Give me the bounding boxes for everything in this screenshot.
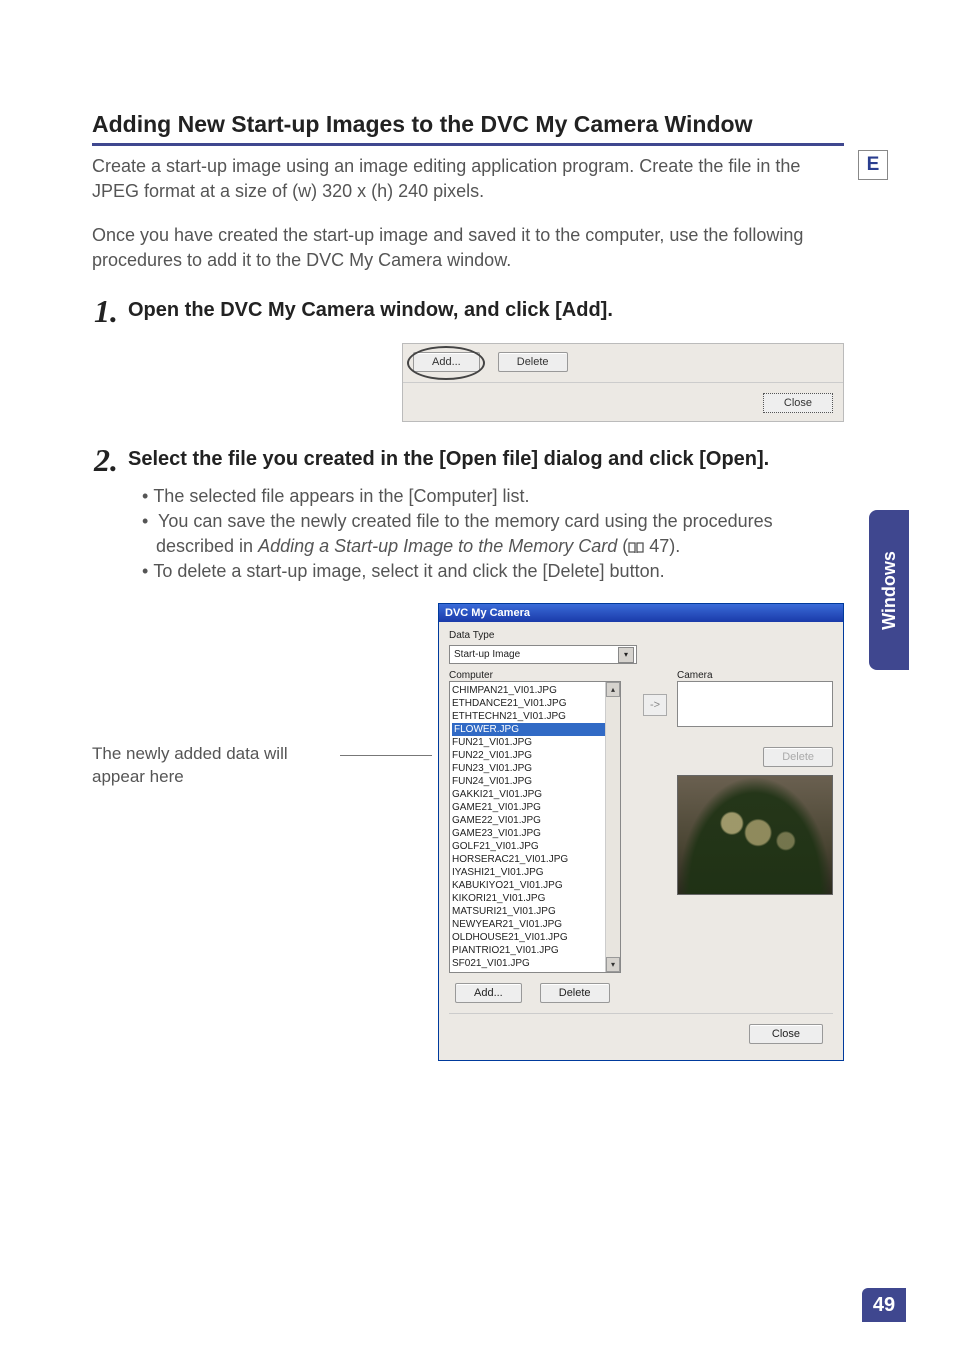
close-button-window[interactable]: Close [749, 1024, 823, 1044]
list-item[interactable]: FLOWER.JPG [452, 723, 618, 736]
step-number-2: 2. [92, 444, 118, 476]
side-tab-windows: Windows [869, 510, 909, 670]
step-number-1: 1. [92, 295, 118, 327]
close-button[interactable]: Close [763, 393, 833, 413]
computer-label: Computer [449, 670, 633, 681]
list-item[interactable]: GAME21_VI01.JPG [452, 801, 618, 814]
list-item[interactable]: FUN22_VI01.JPG [452, 749, 618, 762]
add-button-window[interactable]: Add... [455, 983, 522, 1003]
data-type-dropdown[interactable]: Start-up Image ▾ [449, 645, 637, 664]
transfer-arrow-button[interactable]: -> [643, 694, 667, 716]
add-button[interactable]: Add... [413, 352, 480, 372]
callout-label: The newly added data will appear here [92, 744, 288, 786]
callout-leader-line [340, 755, 432, 756]
data-type-value: Start-up Image [454, 649, 520, 660]
camera-label: Camera [677, 670, 833, 681]
list-item[interactable]: GAME22_VI01.JPG [452, 814, 618, 827]
intro-paragraph-2: Once you have created the start-up image… [92, 223, 844, 273]
bullet-3: To delete a start-up image, select it an… [142, 559, 844, 584]
list-item[interactable]: IYASHI21_VI01.JPG [452, 866, 618, 879]
list-item[interactable]: SF021_VI01.JPG [452, 957, 618, 970]
intro-paragraph-1: Create a start-up image using an image e… [92, 154, 844, 204]
computer-listbox[interactable]: CHIMPAN21_VI01.JPGETHDANCE21_VI01.JPGETH… [449, 681, 621, 973]
list-item[interactable]: MATSURI21_VI01.JPG [452, 905, 618, 918]
scrollbar[interactable]: ▴ ▾ [605, 682, 620, 972]
bullet-2-ref: 47). [644, 536, 680, 556]
list-item[interactable]: FUN23_VI01.JPG [452, 762, 618, 775]
scroll-up-icon[interactable]: ▴ [606, 682, 620, 697]
bullet-2-italic: Adding a Start-up Image to the Memory Ca… [258, 536, 617, 556]
list-item[interactable]: NEWYEAR21_VI01.JPG [452, 918, 618, 931]
side-tab-label: Windows [879, 551, 900, 630]
callout-text: The newly added data will appear here [92, 603, 340, 789]
list-item[interactable]: KIKORI21_VI01.JPG [452, 892, 618, 905]
list-item[interactable]: PIANTRIO21_VI01.JPG [452, 944, 618, 957]
book-icon [628, 542, 644, 554]
list-item[interactable]: GAME23_VI01.JPG [452, 827, 618, 840]
delete-button-window[interactable]: Delete [540, 983, 610, 1003]
step-text-1: Open the DVC My Camera window, and click… [128, 295, 613, 323]
bullet-2-paren: ( [617, 536, 628, 556]
bullet-list: The selected file appears in the [Comput… [92, 484, 844, 583]
delete-button-camera[interactable]: Delete [763, 747, 833, 767]
list-item[interactable]: ETHDANCE21_VI01.JPG [452, 697, 618, 710]
section-heading: Adding New Start-up Images to the DVC My… [92, 110, 844, 146]
screenshot-window: DVC My Camera Data Type Start-up Image ▾… [438, 603, 844, 1061]
list-item[interactable]: SF023_VI01.JPG [452, 970, 618, 973]
camera-listbox[interactable] [677, 681, 833, 727]
delete-button[interactable]: Delete [498, 352, 568, 372]
list-item[interactable]: OLDHOUSE21_VI01.JPG [452, 931, 618, 944]
list-item[interactable]: GAKKI21_VI01.JPG [452, 788, 618, 801]
list-item[interactable]: FUN21_VI01.JPG [452, 736, 618, 749]
list-item[interactable]: HORSERAC21_VI01.JPG [452, 853, 618, 866]
chevron-down-icon[interactable]: ▾ [618, 647, 634, 663]
list-item[interactable]: CHIMPAN21_VI01.JPG [452, 684, 618, 697]
list-item[interactable]: ETHTECHN21_VI01.JPG [452, 710, 618, 723]
list-item[interactable]: KABUKIYO21_VI01.JPG [452, 879, 618, 892]
screenshot-toolbar: Add... Delete Close [402, 343, 844, 422]
list-item[interactable]: FUN24_VI01.JPG [452, 775, 618, 788]
step-text-2: Select the file you created in the [Open… [128, 444, 769, 472]
page-number: 49 [862, 1288, 906, 1322]
bullet-2: You can save the newly created file to t… [142, 509, 844, 559]
window-titlebar: DVC My Camera [439, 604, 843, 622]
preview-image [677, 775, 833, 895]
scroll-down-icon[interactable]: ▾ [606, 957, 620, 972]
list-item[interactable]: GOLF21_VI01.JPG [452, 840, 618, 853]
data-type-label: Data Type [449, 630, 833, 641]
language-badge: E [858, 150, 888, 180]
bullet-1: The selected file appears in the [Comput… [142, 484, 844, 509]
